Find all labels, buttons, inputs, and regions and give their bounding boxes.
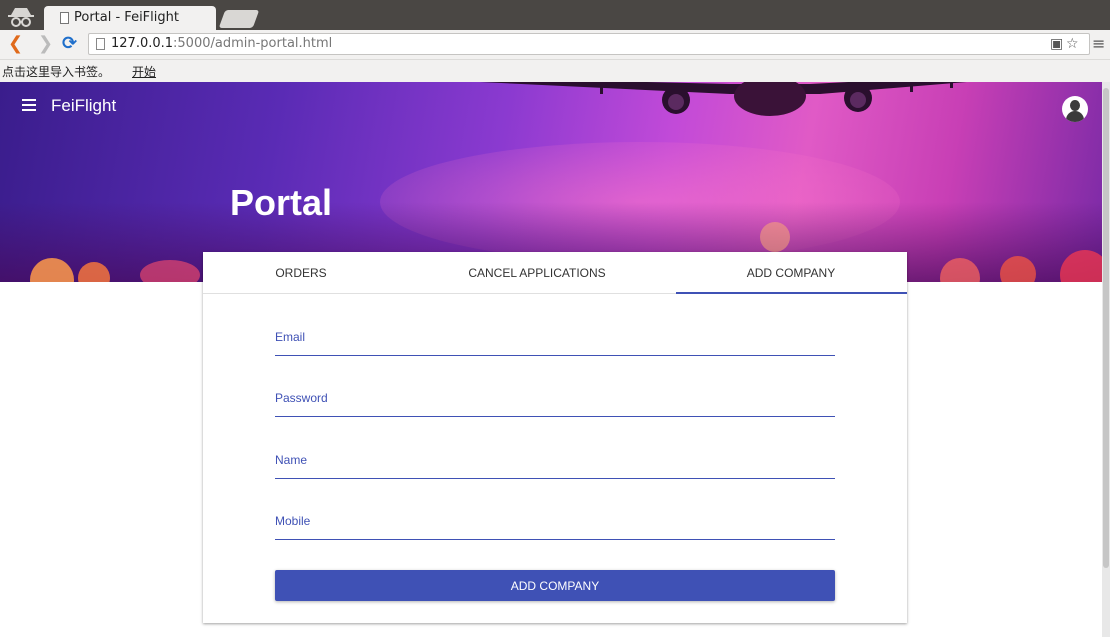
page-viewport: FeiFlight Portal ORDERS CANCEL APPLICATI… — [0, 82, 1110, 637]
app-bar: FeiFlight — [0, 82, 1102, 134]
browser-tab-strip: Portal - FeiFlight × — [0, 0, 1110, 30]
incognito-icon — [8, 8, 34, 27]
new-tab-button[interactable] — [218, 10, 260, 28]
password-field[interactable]: Password — [275, 387, 835, 417]
mobile-input[interactable] — [275, 510, 835, 540]
password-input[interactable] — [275, 387, 835, 417]
url-path: :5000/admin-portal.html — [173, 36, 333, 51]
forward-arrow-icon[interactable]: ❯ — [38, 34, 53, 54]
url-host: 127.0.0.1 — [111, 36, 174, 51]
user-avatar-icon[interactable] — [1062, 96, 1088, 122]
tab-title: Portal - FeiFlight — [74, 10, 179, 25]
email-input[interactable] — [275, 326, 835, 356]
portal-card: ORDERS CANCEL APPLICATIONS ADD COMPANY E… — [203, 252, 907, 623]
tab-cancel-applications[interactable]: CANCEL APPLICATIONS — [399, 252, 675, 294]
mobile-field[interactable]: Mobile — [275, 510, 835, 540]
page-scrollbar[interactable] — [1102, 82, 1110, 637]
back-arrow-icon[interactable]: ❮ — [8, 34, 23, 54]
add-company-button[interactable]: ADD COMPANY — [275, 570, 835, 601]
page-icon — [60, 12, 69, 24]
address-bar[interactable]: 127.0.0.1:5000/admin-portal.html — [88, 33, 1090, 55]
browser-toolbar: ❮ ❯ ⟳ 127.0.0.1:5000/admin-portal.html ▣… — [0, 30, 1110, 60]
page-title: Portal — [230, 182, 333, 223]
tab-add-company[interactable]: ADD COMPANY — [675, 252, 907, 294]
portal-tabs: ORDERS CANCEL APPLICATIONS ADD COMPANY — [203, 252, 907, 294]
browser-tab[interactable]: Portal - FeiFlight × — [44, 6, 250, 30]
bookmarks-bar: 点击这里导入书签。 开始 — [0, 60, 1110, 82]
page-icon — [96, 38, 105, 50]
active-tab-indicator — [676, 292, 907, 294]
star-icon[interactable]: ☆ — [1066, 36, 1079, 52]
bookmarks-import-text: 点击这里导入书签。 — [2, 65, 111, 79]
translate-icon[interactable]: ▣ — [1050, 36, 1063, 52]
bookmarks-start-link[interactable]: 开始 — [132, 63, 156, 80]
tab-orders[interactable]: ORDERS — [203, 252, 399, 294]
reload-icon[interactable]: ⟳ — [62, 34, 77, 54]
name-field[interactable]: Name — [275, 449, 835, 479]
url-text[interactable]: 127.0.0.1:5000/admin-portal.html — [111, 36, 332, 51]
name-input[interactable] — [275, 449, 835, 479]
brand-title[interactable]: FeiFlight — [51, 96, 116, 116]
hamburger-menu-icon[interactable] — [22, 99, 36, 111]
menu-icon[interactable]: ≡ — [1092, 36, 1105, 52]
email-field[interactable]: Email — [275, 326, 835, 356]
scrollbar-thumb[interactable] — [1103, 88, 1109, 568]
